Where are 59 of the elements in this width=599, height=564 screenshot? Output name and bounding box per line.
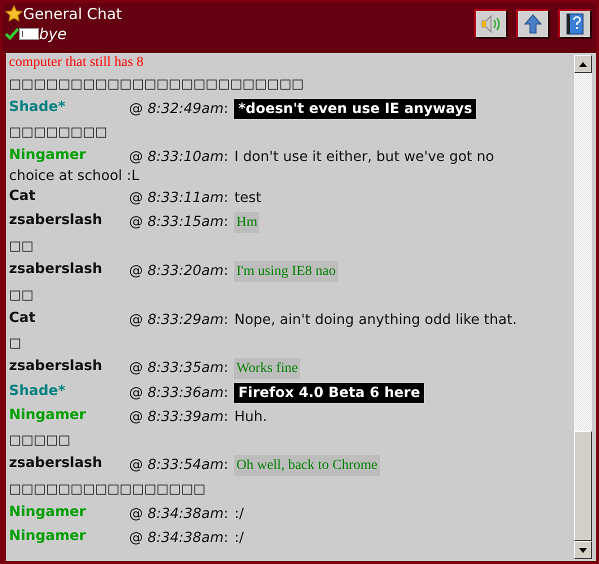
user-name: Ningamer <box>9 527 87 546</box>
scrollbar[interactable] <box>574 55 592 559</box>
timestamp: @ 8:33:10am: <box>129 149 228 165</box>
user-name: zsaberslash <box>9 211 104 230</box>
message-text: Hm <box>234 212 260 233</box>
timestamp: @ 8:33:15am: <box>129 214 228 230</box>
timestamp: @ 8:33:20am: <box>129 263 228 279</box>
user-name: zsaberslash <box>9 454 104 473</box>
status-field-icon <box>19 28 39 40</box>
glyph-text: □□□□□□□□□□□□□□□□ <box>9 481 207 499</box>
timestamp: @ 8:34:38am: <box>129 506 228 522</box>
glyph-text: □□□□□□□□□□□□□□□□□□□□□□□□ <box>9 76 305 94</box>
message-text: Huh. <box>234 409 268 425</box>
message-text: Works fine <box>234 358 300 379</box>
message-text: test <box>234 190 262 206</box>
up-button[interactable] <box>516 9 550 39</box>
message-text: :/ <box>234 506 244 522</box>
glyph-text: □□□□□ <box>9 432 72 450</box>
user-name: Shade* <box>9 382 66 401</box>
timestamp: @ 8:33:29am: <box>129 312 228 328</box>
user-name: Ningamer <box>9 503 87 522</box>
message-text: I don't use it either, but we've got no <box>234 149 494 165</box>
user-name: zsaberslash <box>9 260 104 279</box>
speaker-icon <box>480 14 502 34</box>
user-name: Ningamer <box>9 406 87 425</box>
timestamp: @ 8:32:49am: <box>129 101 228 117</box>
star-icon <box>5 5 23 23</box>
up-caret-icon[interactable] <box>579 62 587 66</box>
glyph-text: □□ <box>9 238 35 256</box>
message-text: Oh well, back to Chrome <box>234 455 380 476</box>
message-text: I'm using IE8 nao <box>234 261 338 282</box>
timestamp: @ 8:33:11am: <box>129 190 228 206</box>
status-text: bye <box>39 25 67 43</box>
message-text: Nope, ain't doing anything odd like that. <box>234 312 517 328</box>
timestamp: @ 8:33:35am: <box>129 360 228 376</box>
up-arrow-icon <box>524 14 542 34</box>
user-name: Shade* <box>9 98 66 117</box>
help-button[interactable] <box>558 9 592 39</box>
timestamp: @ 8:33:36am: <box>129 385 228 401</box>
down-caret-icon[interactable] <box>579 548 587 552</box>
glyph-text: □□ <box>9 287 35 305</box>
user-name: Cat <box>9 187 36 206</box>
timestamp: @ 8:33:39am: <box>129 409 228 425</box>
scroll-thumb[interactable] <box>574 431 592 541</box>
timestamp: @ 8:34:38am: <box>129 530 228 546</box>
message-text: Firefox 4.0 Beta 6 here <box>234 383 424 403</box>
message-text: :/ <box>234 530 244 546</box>
user-name: Cat <box>9 309 36 328</box>
window-title: General Chat <box>23 5 122 23</box>
message-text: choice at school :L <box>9 167 140 186</box>
note-text: computer that still has 8 <box>9 54 145 72</box>
timestamp: @ 8:33:54am: <box>129 457 228 473</box>
sound-button[interactable] <box>474 9 508 39</box>
user-name: zsaberslash <box>9 357 104 376</box>
user-name: Ningamer <box>9 146 87 165</box>
message-text: *doesn't even use IE anyways <box>234 99 476 119</box>
help-book-icon <box>566 13 584 35</box>
glyph-text: □ <box>9 335 22 353</box>
glyph-text: □□□□□□□□ <box>9 124 108 142</box>
